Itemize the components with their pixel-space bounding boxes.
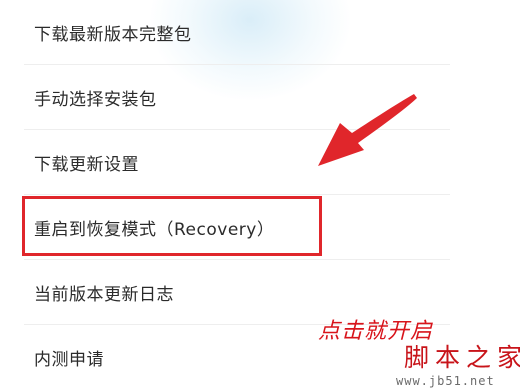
watermark-site-name: 脚本之家: [404, 343, 520, 372]
menu-item-label: 当前版本更新日志: [34, 285, 174, 305]
menu-item-label: 内测申请: [34, 350, 104, 370]
arrow-pointer-icon: [318, 94, 417, 166]
highlight-box: [22, 196, 322, 256]
menu-item-label: 下载最新版本完整包: [34, 25, 192, 45]
menu-item-download-full-package[interactable]: 下载最新版本完整包: [0, 0, 480, 65]
menu-item-label: 手动选择安装包: [34, 90, 157, 110]
menu-item-label: 下载更新设置: [34, 155, 139, 175]
watermark-url: www.jb51.net: [396, 374, 495, 388]
